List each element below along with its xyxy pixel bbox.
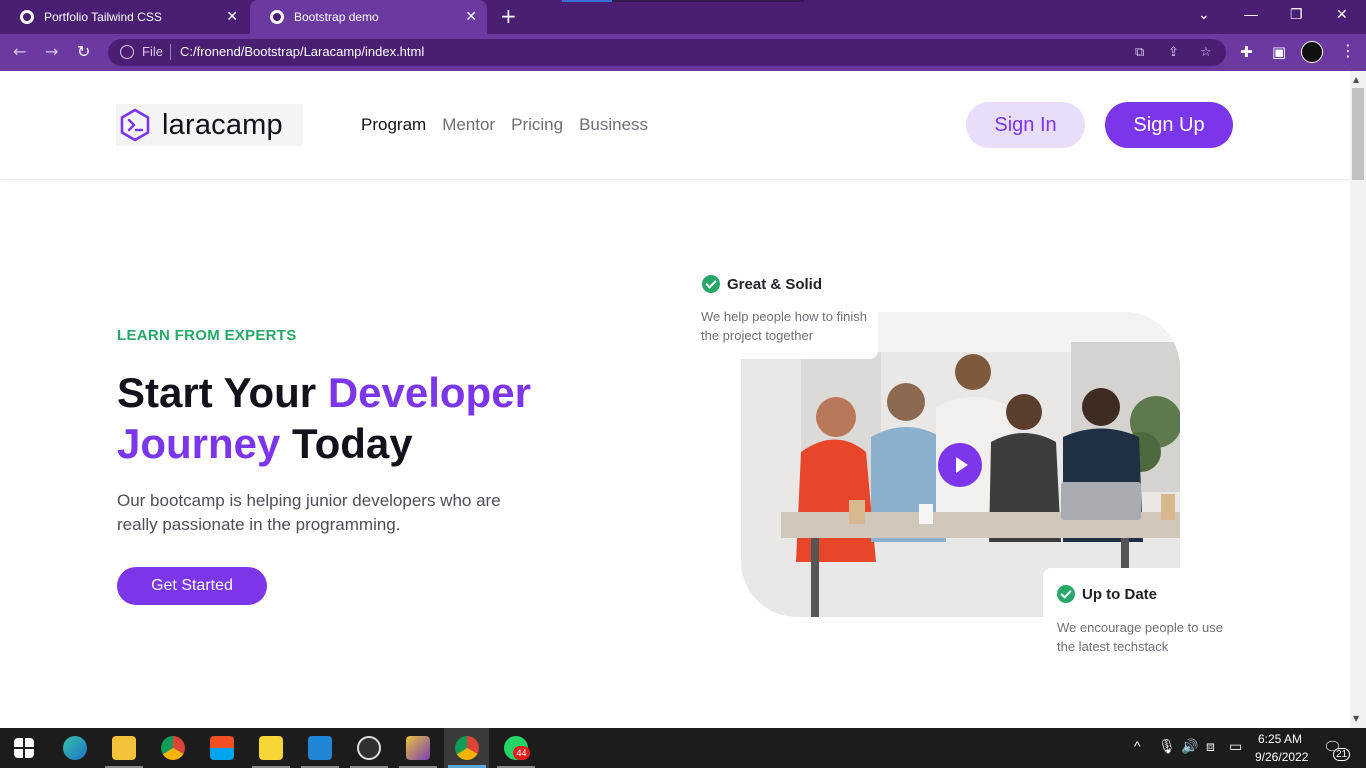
card-description: We help people how to finish the project… — [701, 309, 867, 343]
globe-icon — [270, 10, 284, 24]
check-circle-icon — [702, 275, 720, 293]
sign-up-button[interactable]: Sign Up — [1105, 102, 1233, 148]
git-icon[interactable] — [406, 736, 430, 760]
card-title: Up to Date — [1057, 585, 1157, 603]
forward-arrow-icon[interactable]: → — [45, 42, 58, 62]
globe-icon — [20, 10, 34, 24]
share-icon[interactable]: ⇪ — [1168, 45, 1179, 60]
card-title-text: Great & Solid — [727, 275, 823, 293]
terminal-hexagon-icon — [120, 108, 150, 142]
extensions-puzzle-icon[interactable]: ✚ — [1240, 43, 1253, 61]
volume-icon[interactable]: 🔊 — [1181, 738, 1198, 755]
check-circle-icon — [1057, 585, 1075, 603]
whatsapp-unread-badge: 44 — [513, 746, 530, 760]
headline-text: Today — [280, 420, 413, 467]
back-arrow-icon[interactable]: ← — [13, 42, 26, 62]
show-hidden-icons-chevron-up-icon[interactable]: ^ — [1134, 738, 1141, 754]
microphone-icon[interactable]: 🎙 — [1158, 738, 1176, 755]
sticky-notes-icon[interactable] — [259, 736, 283, 760]
clock-time[interactable]: 6:25 AM — [1258, 732, 1302, 746]
headline-accent: Journey — [117, 420, 281, 467]
browser-toolbar: ← → ↻ File C:/fronend/Bootstrap/Laracamp… — [0, 34, 1366, 71]
logo-text: laracamp — [162, 108, 283, 141]
scroll-up-arrow-icon[interactable]: ▲ — [1353, 75, 1359, 84]
camera-icon[interactable]: ⧈ — [1206, 738, 1215, 755]
browser-tab-bar: Portfolio Tailwind CSS ✕ Bootstrap demo … — [0, 0, 1366, 34]
hero-headline: Start Your Developer Journey Today — [117, 367, 637, 469]
profile-avatar[interactable] — [1301, 41, 1323, 63]
web-page: laracamp Program Mentor Pricing Business… — [0, 71, 1350, 728]
info-icon[interactable] — [120, 45, 134, 59]
play-video-button[interactable] — [938, 443, 982, 487]
battery-icon[interactable]: ▭ — [1229, 738, 1242, 755]
hero-lead: Our bootcamp is helping junior developer… — [117, 491, 501, 534]
side-panel-icon[interactable]: ▣ — [1272, 43, 1286, 61]
sign-in-button[interactable]: Sign In — [966, 102, 1085, 148]
nav-item-business[interactable]: Business — [579, 115, 648, 135]
browser-tab-bootstrap-demo[interactable]: Bootstrap demo ✕ — [250, 0, 487, 34]
nav-item-pricing[interactable]: Pricing — [511, 115, 563, 135]
windows-start-icon[interactable] — [14, 738, 34, 758]
edge-icon[interactable] — [63, 736, 87, 760]
feature-card-up-to-date: Up to Date We encourage people to use th… — [1043, 568, 1233, 664]
menu-kebab-icon[interactable]: ⋮ — [1340, 42, 1356, 60]
store-icon[interactable] — [210, 736, 234, 760]
scheme-label: File — [142, 44, 163, 59]
site-logo[interactable]: laracamp — [116, 104, 303, 146]
close-tab-icon[interactable]: ✕ — [465, 9, 477, 23]
vscode-icon[interactable] — [308, 736, 332, 760]
site-header: laracamp Program Mentor Pricing Business… — [0, 71, 1350, 180]
close-tab-icon[interactable]: ✕ — [226, 9, 238, 23]
card-title: Great & Solid — [702, 275, 822, 293]
chrome-icon[interactable] — [161, 736, 185, 760]
restore-icon[interactable]: ❐ — [1290, 6, 1303, 23]
chrome-profile-icon[interactable] — [455, 736, 479, 760]
translate-icon[interactable]: ⧉ — [1135, 45, 1144, 60]
feature-card-great-solid: Great & Solid We help people how to fini… — [692, 261, 878, 359]
clock-date[interactable]: 9/26/2022 — [1255, 750, 1308, 764]
card-description: We encourage people to use the latest te… — [1057, 620, 1223, 654]
omnibox-divider — [170, 44, 171, 60]
tab-strip-indicator — [562, 0, 804, 2]
headline-accent: Developer — [327, 369, 531, 416]
tab-title: Bootstrap demo — [294, 10, 379, 24]
file-explorer-icon[interactable] — [112, 736, 136, 760]
scrollbar-thumb[interactable] — [1352, 88, 1364, 180]
headline-text: Start Your — [117, 369, 328, 416]
address-bar[interactable]: File C:/fronend/Bootstrap/Laracamp/index… — [108, 39, 1226, 66]
minimize-icon[interactable]: — — [1244, 6, 1258, 22]
obs-icon[interactable] — [357, 736, 381, 760]
card-title-text: Up to Date — [1082, 585, 1157, 603]
nav-item-mentor[interactable]: Mentor — [442, 115, 495, 135]
reload-icon[interactable]: ↻ — [77, 42, 90, 62]
bookmark-star-icon[interactable]: ☆ — [1200, 45, 1212, 60]
get-started-button[interactable]: Get Started — [117, 567, 267, 605]
url-text[interactable]: C:/fronend/Bootstrap/Laracamp/index.html — [180, 44, 424, 59]
close-window-icon[interactable]: ✕ — [1336, 6, 1348, 23]
main-nav: Program Mentor Pricing Business — [361, 115, 648, 135]
scroll-down-arrow-icon[interactable]: ▼ — [1353, 714, 1359, 723]
nav-item-program[interactable]: Program — [361, 115, 426, 135]
notification-count-badge: 21 — [1333, 748, 1351, 761]
browser-tab-portfolio[interactable]: Portfolio Tailwind CSS ✕ — [0, 0, 248, 34]
tab-search-chevron-down-icon[interactable]: ⌄ — [1198, 6, 1210, 23]
new-tab-button[interactable]: + — [500, 5, 517, 27]
tab-title: Portfolio Tailwind CSS — [44, 10, 162, 24]
hero-eyebrow: LEARN FROM EXPERTS — [117, 327, 297, 344]
